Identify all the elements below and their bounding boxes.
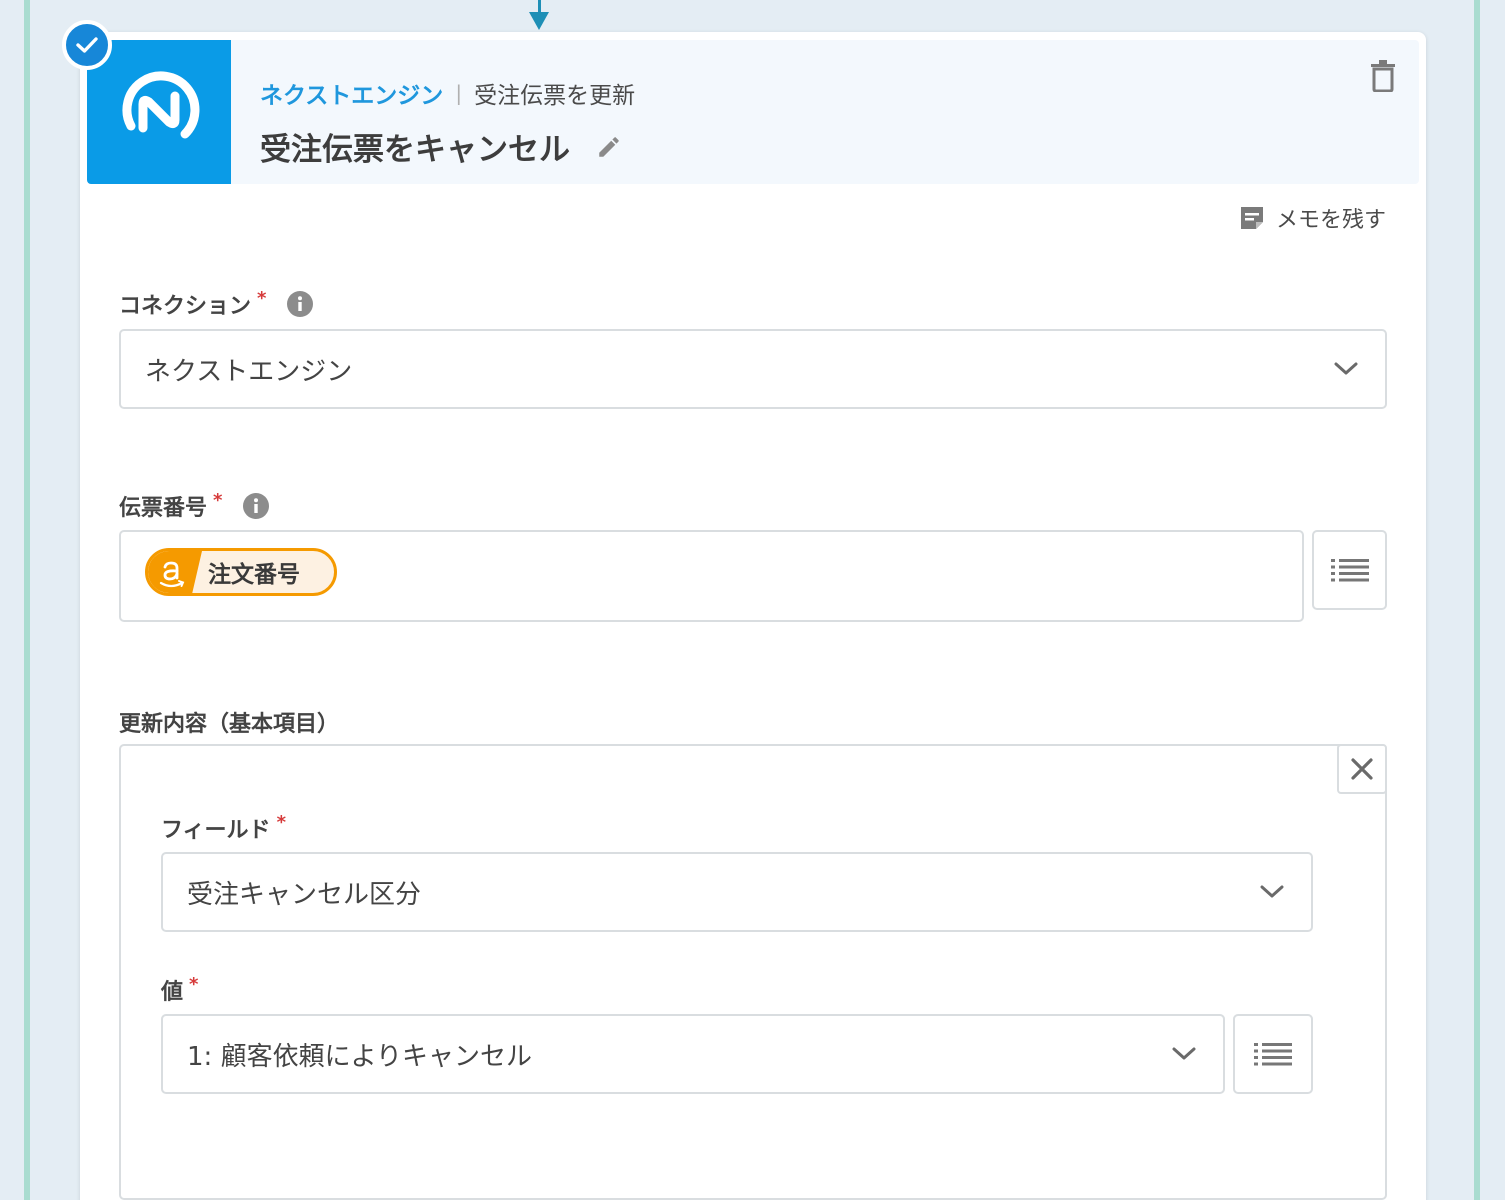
list-icon [1254,1043,1292,1066]
slip-number-label-text: 伝票番号 [119,496,208,521]
step-header: ネクストエンジン | 受注伝票を更新 受注伝票をキャンセル [87,40,1419,184]
value-label-text: 値 [161,980,184,1005]
step-title: 受注伝票をキャンセル [260,132,570,168]
field-value: 受注キャンセル区分 [187,879,422,910]
connection-value: ネクストエンジン [145,356,353,387]
chevron-down-icon [1171,1046,1197,1062]
chevron-down-icon [1333,361,1359,377]
required-mark: * [257,287,267,309]
field-label-text: フィールド [161,818,271,843]
flow-rail-left [24,0,30,1200]
close-icon [1351,758,1373,780]
list-icon [1330,559,1369,582]
connection-label: コネクション * [119,288,314,320]
service-name: ネクストエンジン [260,83,444,109]
required-mark: * [189,973,199,995]
update-content-label-text: 更新内容（基本項目） [119,712,340,737]
memo-icon [1240,207,1263,229]
update-content-label: 更新内容（基本項目） [119,706,339,738]
step-card: ネクストエンジン | 受注伝票を更新 受注伝票をキャンセル メモを残す コネクシ… [80,32,1426,1200]
amazon-icon [148,551,202,593]
breadcrumb-separator: | [455,81,463,105]
info-icon[interactable] [242,492,270,520]
slip-number-input[interactable]: 注文番号 [119,530,1304,622]
field-label: フィールド * [161,812,286,844]
step-title-row: 受注伝票をキャンセル [260,124,622,169]
pencil-icon[interactable] [596,134,622,160]
variable-list-button[interactable] [1312,530,1387,610]
trash-icon[interactable] [1369,60,1397,96]
value-value: 1: 顧客依頼によりキャンセル [187,1041,533,1072]
connection-label-text: コネクション [119,294,252,319]
variable-token[interactable]: 注文番号 [145,548,337,596]
flow-arrow-icon [529,12,549,30]
value-label: 値 * [161,974,198,1006]
slip-number-label: 伝票番号 * [119,490,270,522]
update-content-group: フィールド * 受注キャンセル区分 値 * 1: 顧客依頼によりキャンセル [119,744,1387,1200]
value-select[interactable]: 1: 顧客依頼によりキャンセル [161,1014,1225,1094]
token-label: 注文番号 [208,562,300,588]
info-icon[interactable] [286,290,314,318]
chevron-down-icon [1259,884,1285,900]
flow-rail-right [1474,0,1480,1200]
memo-label: メモを残す [1275,208,1386,233]
breadcrumb: ネクストエンジン | 受注伝票を更新 [260,76,635,110]
connection-select[interactable]: ネクストエンジン [119,329,1387,409]
value-variable-list-button[interactable] [1233,1014,1313,1094]
remove-item-button[interactable] [1337,744,1387,794]
memo-button[interactable]: メモを残す [1238,202,1386,234]
required-mark: * [276,811,286,833]
nextengine-logo [87,40,231,184]
check-icon [62,20,112,70]
action-name: 受注伝票を更新 [474,83,636,109]
required-mark: * [213,489,223,511]
field-select[interactable]: 受注キャンセル区分 [161,852,1313,932]
